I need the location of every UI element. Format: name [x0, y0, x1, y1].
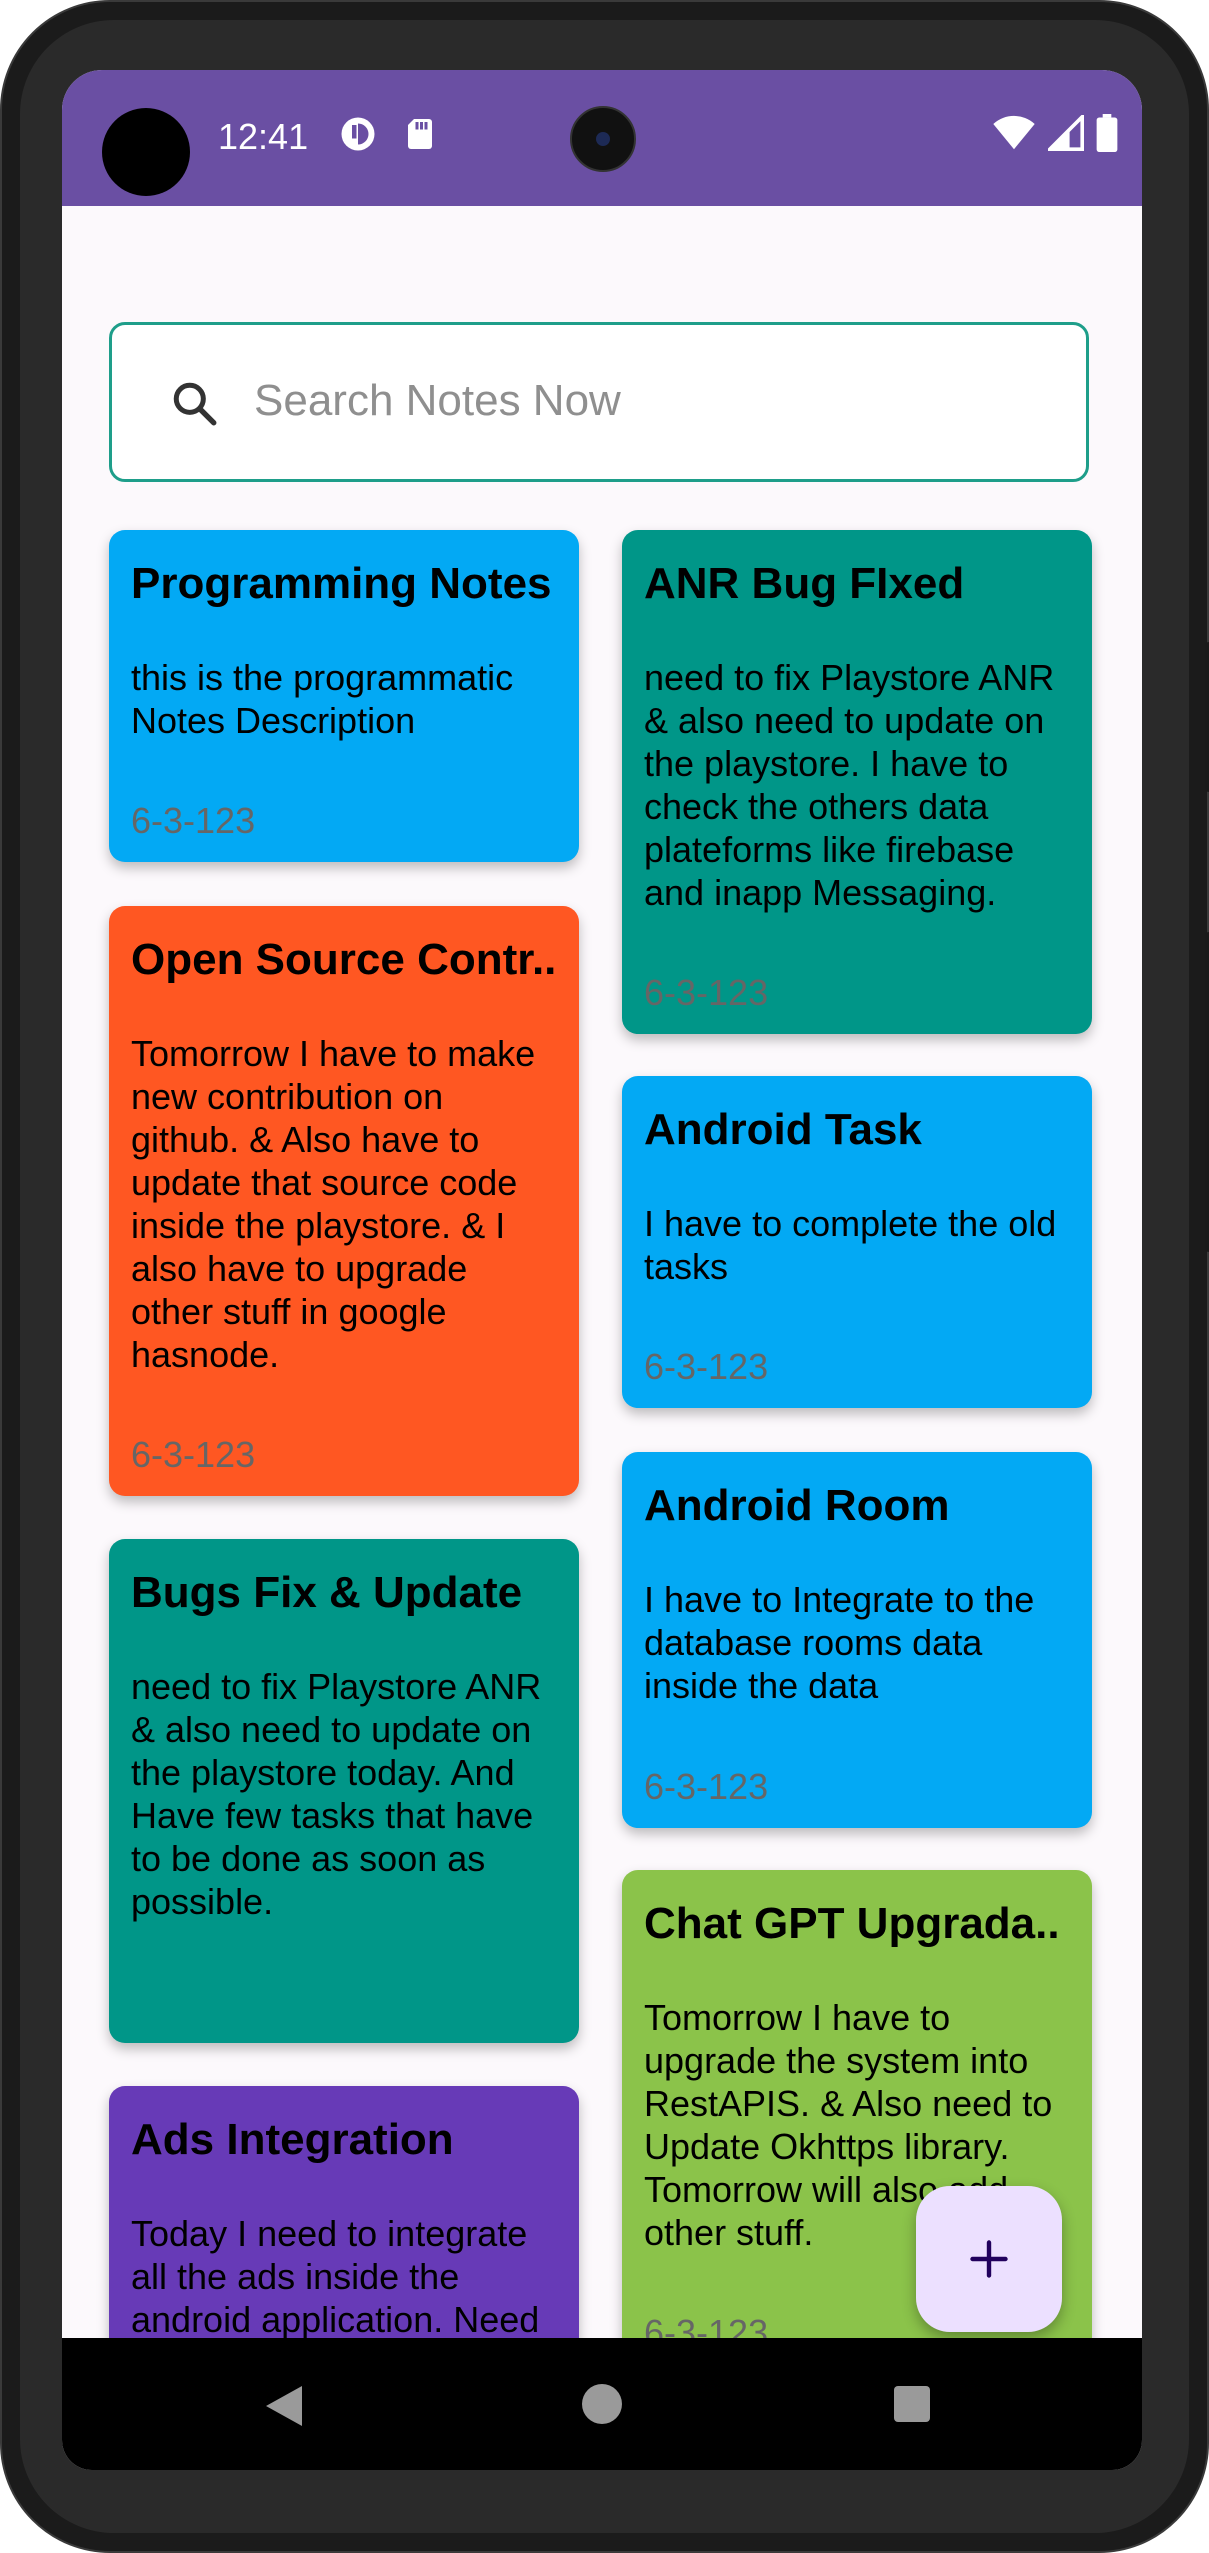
navigation-bar: [62, 2338, 1142, 2470]
note-date: 6-3-123: [644, 1766, 769, 1807]
plus-icon: [970, 2240, 1008, 2278]
back-icon[interactable]: [262, 2382, 306, 2430]
wifi-icon: [993, 115, 1035, 150]
note-title: Bugs Fix & Update: [131, 1568, 523, 1617]
note-card[interactable]: Open Source Contr.. Tomorrow I have to m…: [109, 906, 579, 1496]
search-icon: [173, 382, 217, 426]
note-date: 6-3-123: [131, 1434, 256, 1475]
cell-signal-icon: [1048, 115, 1084, 151]
note-title: Programming Notes: [131, 559, 552, 608]
search-bar[interactable]: [109, 322, 1089, 482]
note-title: Android Task: [644, 1105, 922, 1154]
power-button: [1205, 932, 1209, 1252]
volume-button: [1205, 642, 1209, 792]
note-date: 6-3-123: [644, 1346, 769, 1387]
status-bar: 12:41: [62, 70, 1142, 206]
device-frame: 12:41 Search Notes Now Programming Notes…: [0, 0, 1209, 2553]
notes-screen: Programming Notes this is the programmat…: [62, 206, 1142, 2386]
note-card[interactable]: Programming Notes this is the programmat…: [109, 530, 579, 862]
status-time: 12:41: [218, 116, 309, 157]
note-description: I have to complete the old tasks: [644, 1203, 1057, 1287]
note-date: 6-3-123: [131, 800, 256, 841]
camera-cutout: [102, 108, 190, 196]
note-title: Ads Integration: [131, 2115, 454, 2164]
recents-icon[interactable]: [892, 2384, 932, 2424]
note-description: need to fix Playstore ANR & also need to…: [644, 657, 1055, 913]
note-card[interactable]: Bugs Fix & Update need to fix Playstore …: [109, 1539, 579, 2043]
note-description: need to fix Playstore ANR & also need to…: [131, 1666, 542, 1922]
note-title: Open Source Contr..: [131, 935, 557, 984]
note-title: Chat GPT Upgrada..: [644, 1899, 1060, 1948]
status-icons: [992, 114, 1118, 152]
note-description: I have to Integrate to the database room…: [644, 1579, 1035, 1706]
note-description: Tomorrow I have to make new contribution…: [131, 1033, 536, 1375]
note-date: 6-3-123: [644, 972, 769, 1013]
search-input[interactable]: [252, 365, 1036, 437]
home-icon[interactable]: [580, 2382, 624, 2426]
front-camera: [570, 106, 636, 172]
sd-card-icon: [408, 119, 432, 149]
add-note-button[interactable]: [916, 2186, 1062, 2332]
note-card[interactable]: Android Room I have to Integrate to the …: [622, 1452, 1092, 1828]
note-title: ANR Bug FIxed: [644, 559, 965, 608]
battery-icon: [1096, 114, 1118, 152]
app-notification-icon: [341, 117, 375, 151]
screen: 12:41 Search Notes Now Programming Notes…: [62, 70, 1142, 2470]
note-card[interactable]: Android Task I have to complete the old …: [622, 1076, 1092, 1408]
note-description: this is the programmatic Notes Descripti…: [131, 657, 514, 741]
note-title: Android Room: [644, 1481, 950, 1530]
note-card[interactable]: ANR Bug FIxed need to fix Playstore ANR …: [622, 530, 1092, 1034]
